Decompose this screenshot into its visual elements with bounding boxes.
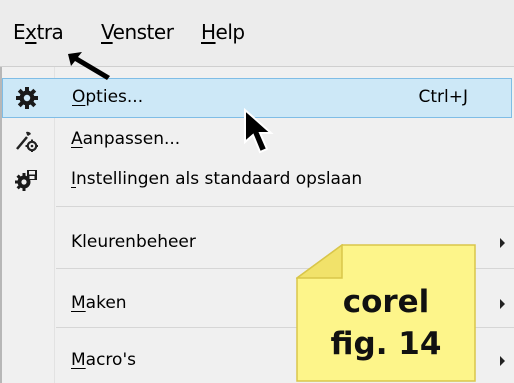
macros-text: acro's — [85, 350, 136, 370]
menu-item-maken-label: Maken — [71, 292, 127, 314]
note-line-2: fig. 14 — [330, 326, 442, 362]
menu-item-opties-label: Opties... — [72, 86, 143, 108]
menu-extra-pre: E — [13, 20, 26, 44]
menu-extra[interactable]: Extra — [13, 18, 64, 46]
menu-venster[interactable]: Venster — [101, 18, 174, 46]
save-settings-gear-icon — [15, 170, 37, 191]
aanpassen-accel: A — [71, 129, 83, 149]
macros-accel: M — [71, 350, 86, 370]
aanpassen-text: anpassen... — [82, 129, 181, 149]
opties-accel: O — [72, 87, 86, 107]
menu-item-aanpassen-label: Aanpassen... — [71, 128, 180, 150]
customize-tools-icon — [16, 131, 38, 152]
menu-venster-post: enster — [112, 20, 174, 44]
submenu-arrow-icon — [500, 299, 505, 309]
menu-help-post: elp — [215, 20, 246, 44]
menu-extra-post: tra — [36, 20, 64, 44]
menu-item-instellingen-label: Instellingen als standaard opslaan — [71, 168, 362, 190]
gear-icon — [16, 87, 38, 109]
menu-venster-accel: V — [101, 20, 113, 44]
sticky-note: corel fig. 14 — [296, 244, 476, 382]
submenu-arrow-icon — [500, 238, 505, 248]
maken-text: aken — [85, 293, 127, 313]
mouse-cursor-icon — [244, 108, 274, 154]
opties-text: pties... — [85, 87, 144, 107]
instellingen-text: nstellingen als standaard opslaan — [76, 169, 363, 189]
menu-help-accel: H — [201, 20, 216, 44]
menu-separator — [56, 206, 514, 207]
note-line-1: corel — [342, 284, 430, 320]
kleurenbeheer-text: Kleurenbeheer — [71, 232, 196, 252]
arrow-pointer-icon — [68, 52, 110, 80]
menu-help[interactable]: Help — [201, 18, 245, 46]
menu-item-macros-label: Macro's — [71, 349, 136, 371]
menu-item-kleurenbeheer-label: Kleurenbeheer — [71, 231, 196, 253]
menu-extra-accel: x — [25, 20, 37, 44]
menu-item-instellingen-opslaan[interactable]: Instellingen als standaard opslaan — [0, 160, 514, 200]
maken-accel: M — [71, 293, 86, 313]
submenu-arrow-icon — [500, 356, 505, 366]
opties-shortcut: Ctrl+J — [418, 87, 468, 107]
